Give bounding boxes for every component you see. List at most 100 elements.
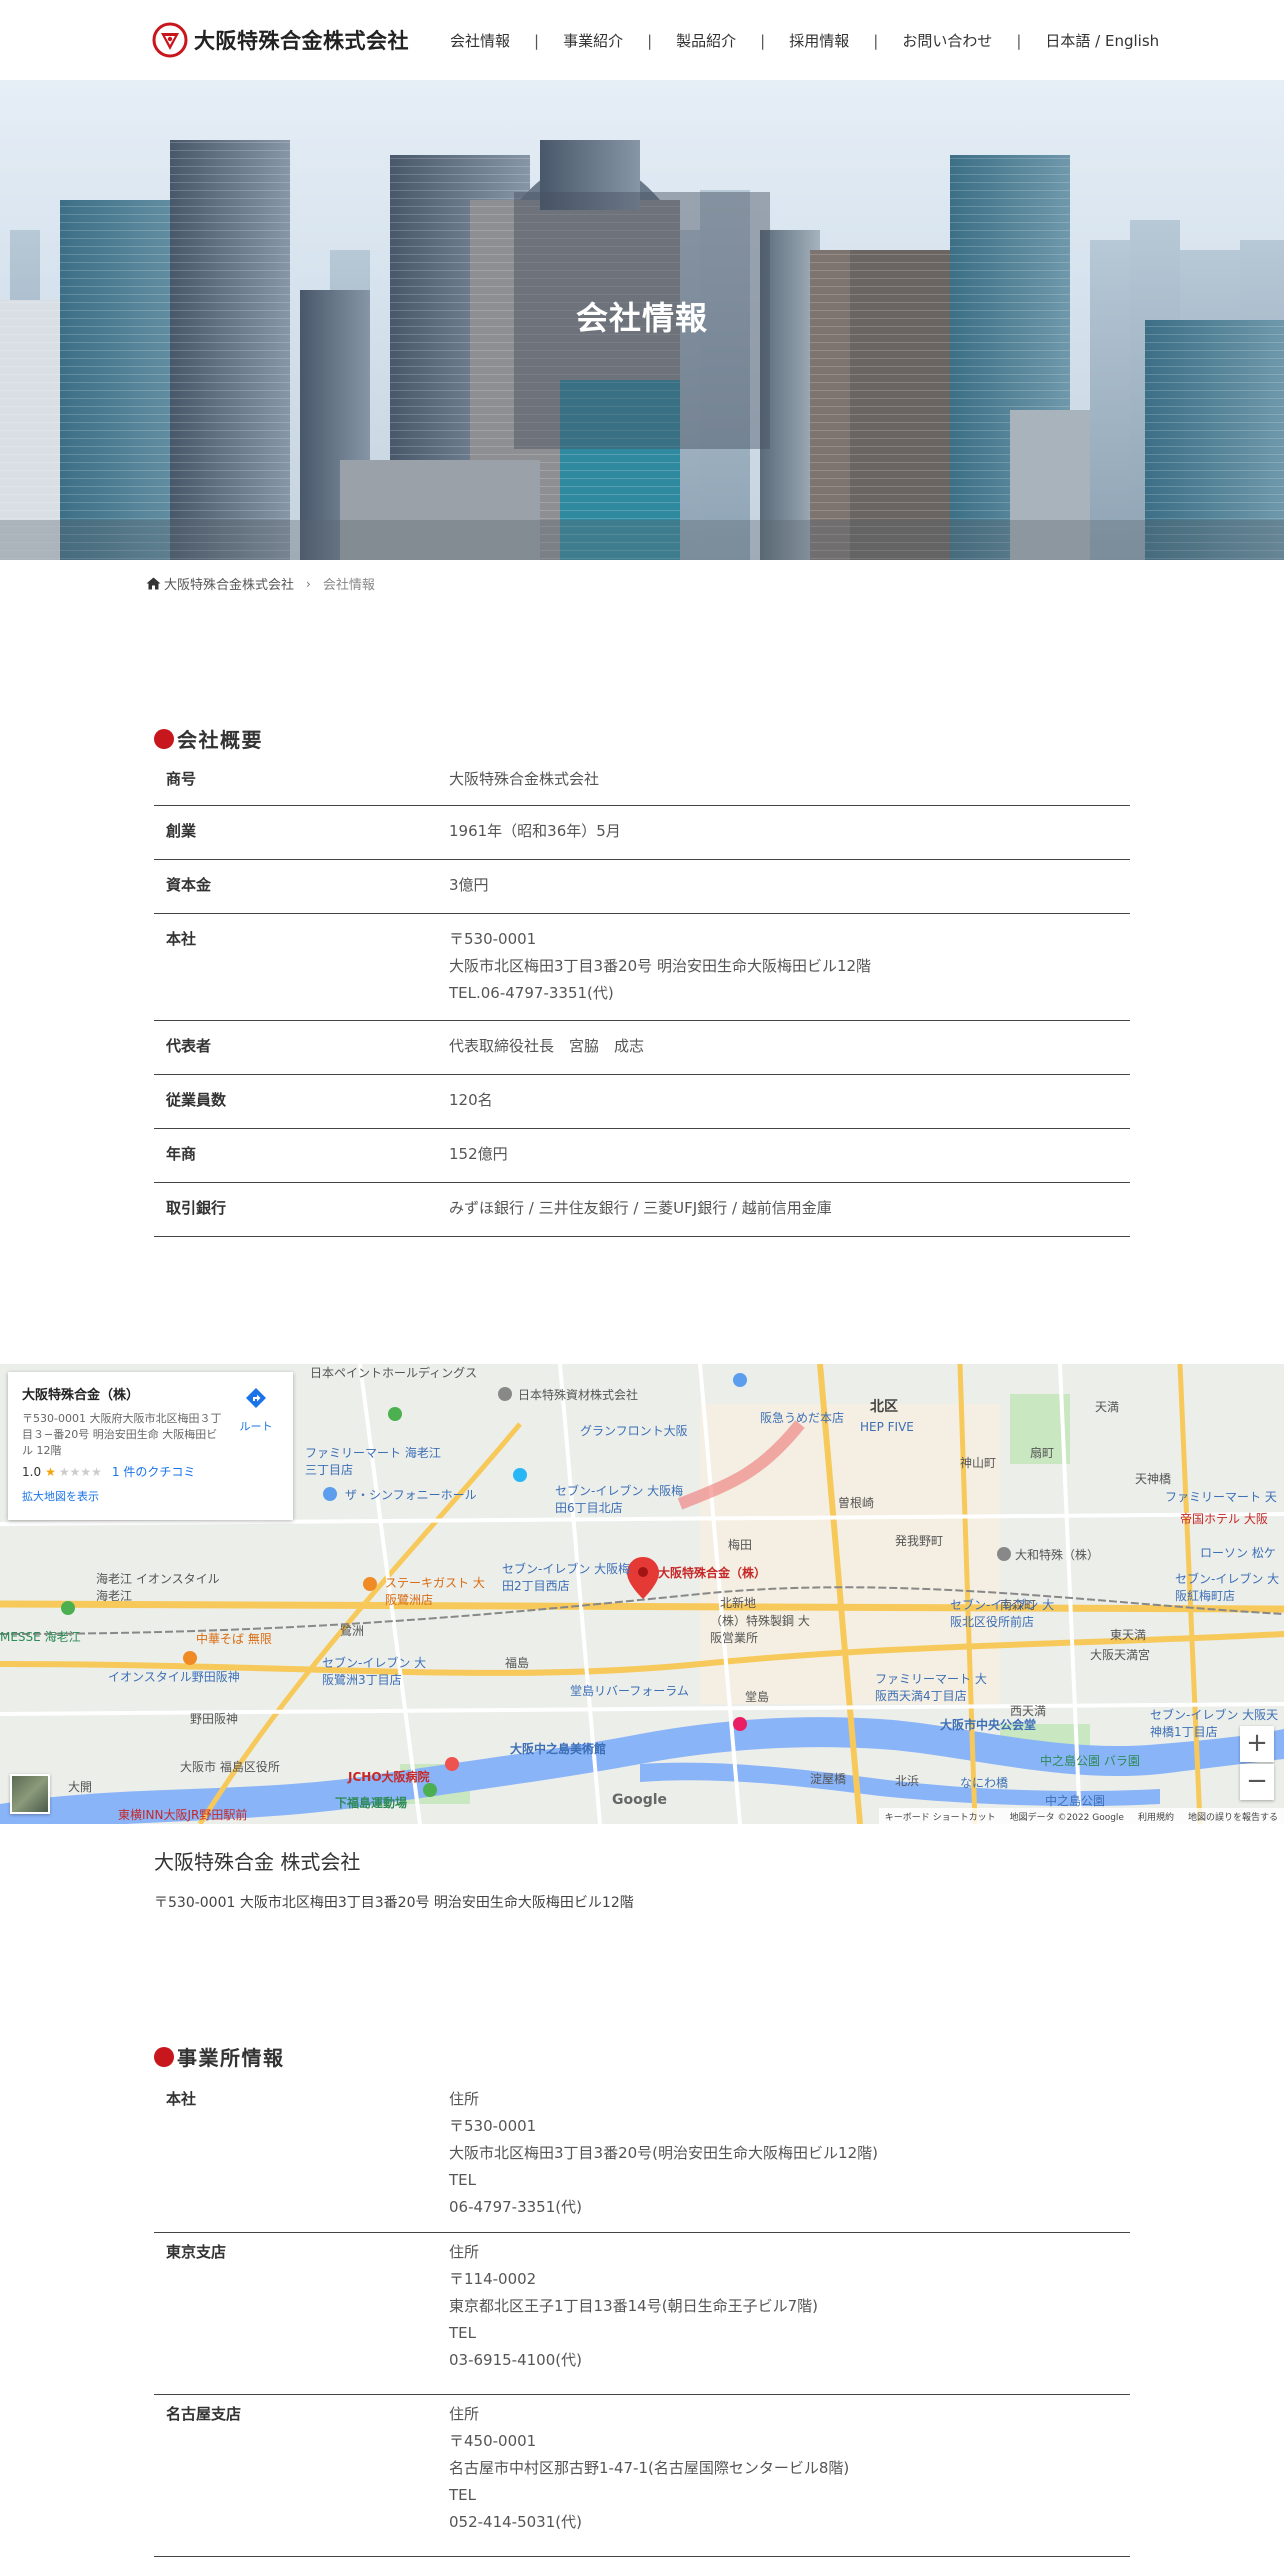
keyboard-shortcuts-link[interactable]: キーボード ショートカット [885,1810,996,1823]
row-value-line: TEL [449,2486,476,2504]
nav-separator: | [760,31,766,50]
nav-recruit[interactable]: 採用情報 [789,30,849,51]
map-label: 大阪市 福島区役所 [180,1760,280,1774]
route-label: ルート [239,1420,273,1433]
map-label: 堂島 [745,1690,770,1704]
map-company-name: 大阪特殊合金 株式会社 [154,1850,361,1874]
row-value-line: 東京都北区王子1丁目13番14号(朝日生命王子ビル7階) [449,2297,818,2315]
map-marker-label[interactable]: 大阪特殊合金（株） [658,1564,766,1581]
table-row: 名古屋支店 住所 〒450-0001 名古屋市中村区那古野1-47-1(名古屋国際セン… [154,2395,1130,2557]
main-nav: 会社情報 | 事業紹介 | 製品紹介 | 採用情報 | お問い合わせ | 日本語… [450,30,1159,51]
row-value-line: 〒530-0001 [449,930,537,948]
map-label: 東天満 [1110,1628,1147,1642]
table-row: 取引銀行 みずほ銀行 / 三井住友銀行 / 三菱UFJ銀行 / 越前信用金庫 [154,1183,1130,1237]
map-label: 淀屋橋 [810,1772,847,1786]
place-address: 〒530-0001 大阪府大阪市北区梅田３丁目３−番20号 明治安田生命 大阪梅… [22,1412,222,1457]
map-label: MESSE 海老江 [0,1630,81,1644]
map-label: 阪急うめだ本店 [760,1411,845,1425]
map-label: ファミリーマート 海老江三丁目店 [305,1446,441,1477]
star-empty-icon: ★★★★ [58,1464,102,1479]
row-label: 年商 [166,1145,197,1163]
row-value: 〒530-0001 大阪市北区梅田3丁目3番20号 明治安田生命大阪梅田ビル12階… [449,926,1130,1020]
rating-value: 1.0 [22,1464,42,1479]
row-value: 1961年（昭和36年）5月 [449,818,1130,859]
row-value-line: みずほ銀行 / 三井住友銀行 / 三菱UFJ銀行 / 越前信用金庫 [449,1199,832,1217]
map-label: 北新地 [720,1596,757,1610]
row-label: 創業 [166,822,197,840]
offices-table: 本社 住所 〒530-0001 大阪市北区梅田3丁目3番20号(明治安田生命大阪梅田ビ… [154,2080,1130,2557]
map-label: 中華そば 無限 [196,1632,272,1646]
offices-heading-text: 事業所情報 [177,2046,285,2070]
row-label: 本社 [166,930,197,948]
map-label: セブン-イレブン 大阪紅梅町店 [1175,1572,1280,1603]
row-value-line: 〒450-0001 [449,2432,537,2450]
report-error-link[interactable]: 地図の誤りを報告する [1188,1810,1278,1823]
map-label: 北浜 [895,1774,920,1788]
terms-link[interactable]: 利用規約 [1138,1810,1174,1823]
map-label: 北区 [870,1399,898,1415]
map-label: 日本ペイントホールディングス [310,1366,478,1380]
map-label: 扇町 [1030,1446,1055,1460]
nav-products[interactable]: 製品紹介 [676,30,736,51]
nav-separator: | [534,31,540,50]
row-label: 本社 [166,2090,197,2108]
site-header: 大阪特殊合金株式会社 会社情報 | 事業紹介 | 製品紹介 | 採用情報 | お… [0,0,1284,80]
map-label: セブン-イレブン 大阪北区役所前店 [950,1598,1055,1629]
map-label: イオンスタイル野田阪神 [108,1670,240,1684]
map-label: 堂島リバーフォーラム [570,1684,689,1698]
site-logo[interactable]: 大阪特殊合金株式会社 [152,22,409,58]
map-label: 帝国ホテル 大阪 [1180,1512,1268,1526]
breadcrumb-current: 会社情報 [322,578,375,593]
row-value-line: 住所 [449,2405,480,2423]
map-label: 下福島運動場 [335,1796,408,1810]
map-label: 日本特殊資材株式会社 [518,1388,639,1402]
home-icon [146,577,161,590]
map-label: （株）特殊製鋼 大阪営業所 [710,1614,810,1645]
row-label: 資本金 [166,876,212,894]
row-value-line: 〒530-0001 [449,2117,537,2135]
map-label: 野田阪神 [190,1712,239,1726]
table-row: 従業員数 120名 [154,1075,1130,1129]
row-value: 住所 〒530-0001 大阪市北区梅田3丁目3番20号(明治安田生命大阪梅田ビル1… [449,2086,1130,2232]
row-value-line: 06-4797-3351(代) [449,2198,582,2216]
row-value-line: 大阪市北区梅田3丁目3番20号 明治安田生命大阪梅田ビル12階 [449,957,872,975]
map-label: 海老江 イオンスタイル海老江 [96,1572,220,1603]
route-button[interactable]: ルート [235,1386,277,1434]
row-value: 住所 〒114-0002 東京都北区王子1丁目13番14号(朝日生命王子ビル7階) T… [449,2239,1130,2394]
row-value: みずほ銀行 / 三井住友銀行 / 三菱UFJ銀行 / 越前信用金庫 [449,1195,1130,1236]
map-company-address: 〒530-0001 大阪市北区梅田3丁目3番20号 明治安田生命大阪梅田ビル12… [154,1895,634,1911]
map-label: 天満 [1095,1400,1120,1414]
map-label: 福島 [505,1656,530,1670]
nav-business[interactable]: 事業紹介 [563,30,623,51]
zoom-out-button[interactable]: − [1240,1764,1274,1800]
hero-banner: 会社情報 [0,80,1284,560]
nav-contact[interactable]: お問い合わせ [902,30,992,51]
reviews-link[interactable]: 1 件のクチコミ [112,1463,195,1480]
map-label: 梅田 [728,1538,753,1552]
map-label: ローソン 松ケ [1200,1546,1276,1560]
map-place-card: 大阪特殊合金（株） 〒530-0001 大阪府大阪市北区梅田３丁目３−番20号 … [8,1372,293,1520]
breadcrumb-home-link[interactable]: 大阪特殊合金株式会社 [164,574,294,593]
row-label: 取引銀行 [166,1199,227,1217]
row-label: 東京支店 [166,2243,227,2261]
map-label: 大阪中之島美術館 [510,1742,607,1756]
nav-separator: | [873,31,879,50]
logo-text: 大阪特殊合金株式会社 [194,29,409,53]
table-row: 年商 152億円 [154,1129,1130,1183]
row-value-line: 住所 [449,2090,480,2108]
nav-language[interactable]: 日本語 / English [1045,30,1159,51]
larger-map-link[interactable]: 拡大地図を表示 [22,1488,279,1504]
map-label: 中之島公園 [1045,1794,1106,1808]
zoom-in-button[interactable]: + [1240,1726,1274,1762]
map-label: グランフロント大阪 [580,1424,688,1438]
overview-heading: 会社概要 [154,724,263,753]
map-label: ファミリーマート 天 [1165,1490,1277,1504]
map-data-notice: 地図データ ©2022 Google [1009,1813,1124,1823]
nav-company[interactable]: 会社情報 [450,30,510,51]
map-layer-toggle[interactable] [10,1774,50,1814]
overview-table: 商号 大阪特殊合金株式会社 創業 1961年（昭和36年）5月 資本金 3億円 本社 〒530… [154,754,1130,1237]
red-dot-icon [154,2046,174,2067]
map-label: 東横INN大阪JR野田駅前 [118,1808,248,1822]
chevron-right-icon: › [306,576,311,591]
embedded-map[interactable]: 北区 阪急うめだ本店 HEP FIVE グランフロント大阪 日本特殊資材株式会社… [0,1364,1284,1824]
